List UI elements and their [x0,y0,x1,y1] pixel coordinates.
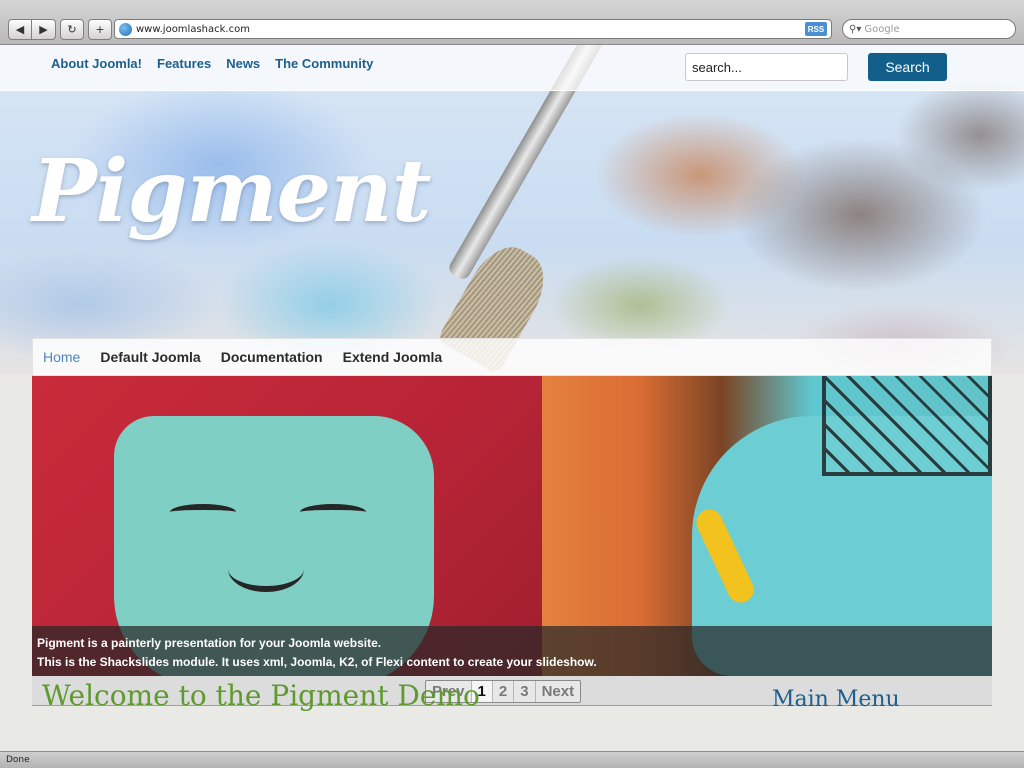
back-icon: ◀ [15,23,25,36]
forward-icon: ▶ [39,23,48,36]
url-text: www.joomlashack.com [136,23,250,35]
top-nav-link-news[interactable]: News [226,56,260,71]
caption-line-2: This is the Shackslides module. It uses … [37,655,597,669]
forward-button[interactable]: ▶ [32,19,56,40]
browser-nav-buttons: ◀ ▶ ↻ + [8,19,112,40]
search-button[interactable]: Search [868,53,947,81]
menu-item-home[interactable]: Home [43,349,80,365]
caption-line-1: Pigment is a painterly presentation for … [37,636,382,650]
site-logo[interactable]: Pigment [32,141,431,242]
page-title: Welcome to the Pigment Demo [42,679,480,712]
top-nav-links: About Joomla! Features News The Communit… [51,56,373,71]
top-nav-link-features[interactable]: Features [157,56,211,71]
browser-search-field[interactable]: ⚲▾ Google [842,19,1016,39]
top-navigation-bar: About Joomla! Features News The Communit… [0,45,1024,91]
web-page: About Joomla! Features News The Communit… [0,45,1024,751]
top-nav-link-community[interactable]: The Community [275,56,373,71]
graffiti-right-eye [300,504,366,520]
slideshow-image[interactable]: Pigment is a painterly presentation for … [32,376,992,676]
reload-button[interactable]: ↻ [60,19,84,40]
sidebar-heading: Main Menu [772,687,900,712]
menu-item-default-joomla[interactable]: Default Joomla [100,349,200,365]
graffiti-smile [228,546,304,592]
browser-status-bar: Done [0,751,1024,768]
graffiti-left-eye [170,504,236,520]
browser-toolbar: ◀ ▶ ↻ + www.joomlashack.com RSS ⚲▾ Googl… [0,0,1024,45]
menu-item-documentation[interactable]: Documentation [221,349,323,365]
address-bar[interactable]: www.joomlashack.com RSS [114,19,832,39]
search-icon: ⚲▾ [849,23,862,35]
menu-item-extend-joomla[interactable]: Extend Joomla [343,349,443,365]
pager-next-button[interactable]: Next [536,681,581,702]
top-nav-link-about[interactable]: About Joomla! [51,56,142,71]
back-button[interactable]: ◀ [8,19,32,40]
rss-icon[interactable]: RSS [805,22,827,36]
reload-icon: ↻ [67,23,77,36]
add-bookmark-button[interactable]: + [88,19,112,40]
globe-icon [119,22,132,36]
slideshow-caption: Pigment is a painterly presentation for … [32,626,992,676]
site-search-input[interactable]: search... [685,53,848,81]
graffiti-metal-frame [822,376,992,476]
pager-page-3[interactable]: 3 [514,681,536,702]
browser-search-placeholder: Google [864,23,900,35]
main-menu-bar: Home Default Joomla Documentation Extend… [32,338,992,376]
plus-icon: + [95,23,105,36]
pager-page-2[interactable]: 2 [493,681,515,702]
